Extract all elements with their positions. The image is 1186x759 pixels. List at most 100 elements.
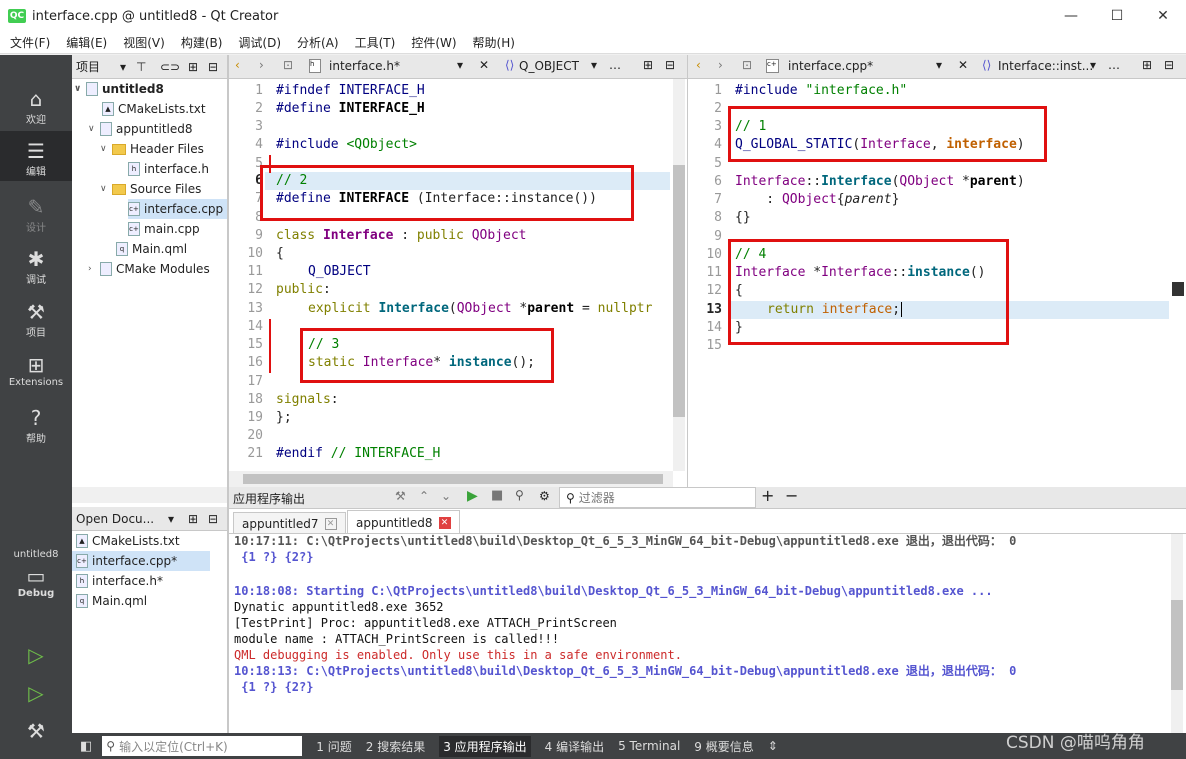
filter-input[interactable]: ⚲ 过滤器 xyxy=(559,487,756,508)
menu-view[interactable]: 视图(V) xyxy=(117,34,171,51)
split-icon[interactable]: ⊞ xyxy=(188,512,198,526)
mode-design[interactable]: ✎ 设计 xyxy=(0,195,72,234)
chevron-down-icon[interactable]: ▾ xyxy=(457,58,463,72)
build-button[interactable]: ⚒ xyxy=(0,719,72,743)
line-number: 1 xyxy=(714,83,722,98)
close-file-icon[interactable]: ✕ xyxy=(479,58,489,72)
mode-help[interactable]: ? 帮助 xyxy=(0,406,72,445)
scroll-thumb[interactable] xyxy=(243,474,663,484)
horizontal-scrollbar[interactable] xyxy=(229,471,673,487)
tree-item-target[interactable]: ∨ appuntitled8 xyxy=(88,119,193,139)
status-search-results[interactable]: 2 搜索结果 xyxy=(366,738,425,755)
tree-item-source-files[interactable]: ∨ Source Files xyxy=(100,179,201,199)
maximize-button[interactable]: ☐ xyxy=(1094,0,1140,32)
scroll-thumb[interactable] xyxy=(1172,282,1184,296)
menu-file[interactable]: 文件(F) xyxy=(4,34,56,51)
mode-extensions[interactable]: ⊞ Extensions xyxy=(0,353,72,388)
stop-icon[interactable]: ■ xyxy=(491,488,503,503)
tree-item-interface-cpp[interactable]: c+ interface.cpp xyxy=(128,199,227,219)
menu-tools[interactable]: 工具(T) xyxy=(349,34,402,51)
forward-arrow-icon[interactable]: › xyxy=(259,58,264,72)
mode-debug[interactable]: ✱ 调试 xyxy=(0,247,72,286)
status-terminal[interactable]: 5 Terminal xyxy=(618,739,680,753)
back-arrow-icon[interactable]: ‹ xyxy=(696,58,701,72)
close-panel-icon[interactable]: ⊟ xyxy=(208,512,218,526)
link-icon[interactable]: ⊂⊃ xyxy=(160,60,180,74)
rerun-icon[interactable]: ▶ xyxy=(467,488,478,504)
split-icon[interactable]: ⊞ xyxy=(643,58,653,72)
tree-item-interface-h[interactable]: h interface.h xyxy=(128,159,209,179)
menu-analyze[interactable]: 分析(A) xyxy=(291,34,345,51)
chevron-down-icon[interactable]: ▾ xyxy=(168,512,174,526)
chevron-down-icon[interactable]: ▾ xyxy=(591,58,597,72)
status-compile-output[interactable]: 4 编译输出 xyxy=(545,738,604,755)
symbol-combobox[interactable]: Q_OBJECT xyxy=(519,59,579,73)
vertical-scrollbar[interactable] xyxy=(1171,534,1183,733)
toggle-sidebar-icon[interactable]: ◧ xyxy=(80,739,92,754)
mode-welcome[interactable]: ⌂ 欢迎 xyxy=(0,87,72,126)
line-number: 16 xyxy=(247,355,263,370)
kit-selector[interactable]: untitled8 ▭ Debug xyxy=(0,549,72,599)
zoom-out-icon[interactable]: − xyxy=(785,486,798,505)
menu-debug[interactable]: 调试(D) xyxy=(232,34,287,51)
status-issues[interactable]: 1 问题 xyxy=(316,738,351,755)
clear-icon[interactable]: ⚒ xyxy=(395,489,406,503)
close-tab-icon[interactable]: ✕ xyxy=(324,517,337,530)
status-general-messages[interactable]: 9 概要信息 xyxy=(694,738,753,755)
close-split-icon[interactable]: ⊟ xyxy=(665,58,675,72)
scroll-thumb[interactable] xyxy=(673,165,685,417)
attach-icon[interactable]: ⚲ xyxy=(515,488,524,502)
chevron-down-icon[interactable]: ▾ xyxy=(936,58,942,72)
tree-item-header-files[interactable]: ∨ Header Files xyxy=(100,139,204,159)
close-panel-icon[interactable]: ⊟ xyxy=(208,60,218,74)
more-icon[interactable]: … xyxy=(1108,58,1120,72)
vertical-scrollbar[interactable] xyxy=(1172,79,1184,487)
filter-icon[interactable]: ⊤ xyxy=(136,60,146,74)
minimize-button[interactable]: — xyxy=(1048,0,1094,32)
back-arrow-icon[interactable]: ‹ xyxy=(235,58,240,72)
chevron-up-icon[interactable]: ⌃ xyxy=(419,489,429,503)
file-combobox[interactable]: interface.cpp* xyxy=(788,59,873,73)
run-button[interactable]: ▷ xyxy=(0,643,72,667)
chevron-down-icon[interactable]: ▾ xyxy=(120,60,126,74)
chevron-updown-icon[interactable]: ⇕ xyxy=(768,739,778,753)
close-tab-icon[interactable]: ✕ xyxy=(438,516,451,529)
chevron-down-icon[interactable]: ▾ xyxy=(1090,58,1096,72)
open-doc-item[interactable]: ▲ CMakeLists.txt xyxy=(72,531,228,551)
output-tab-appuntitled8[interactable]: appuntitled8 ✕ xyxy=(347,510,460,534)
locator-input[interactable]: ⚲ 输入以定位(Ctrl+K) xyxy=(102,736,303,756)
tree-item-cmake-modules[interactable]: › CMake Modules xyxy=(88,259,210,279)
qml-file-icon: q xyxy=(116,242,128,256)
close-file-icon[interactable]: ✕ xyxy=(958,58,968,72)
tree-item-cmakelists[interactable]: ▲ CMakeLists.txt xyxy=(102,99,206,119)
forward-arrow-icon[interactable]: › xyxy=(718,58,723,72)
menu-edit[interactable]: 编辑(E) xyxy=(60,34,113,51)
tree-project-root[interactable]: ∨ untitled8 xyxy=(74,79,164,99)
chevron-down-icon[interactable]: ⌄ xyxy=(441,489,451,503)
mode-edit[interactable]: ☰ 编辑 xyxy=(0,131,72,181)
menu-build[interactable]: 构建(B) xyxy=(175,34,229,51)
menu-help[interactable]: 帮助(H) xyxy=(467,34,521,51)
symbol-combobox[interactable]: Interface::inst... xyxy=(998,59,1093,73)
tree-item-main-qml[interactable]: q Main.qml xyxy=(116,239,187,259)
menu-widgets[interactable]: 控件(W) xyxy=(405,34,462,51)
horizontal-scrollbar[interactable] xyxy=(72,487,227,503)
scroll-thumb[interactable] xyxy=(1171,600,1183,690)
close-button[interactable]: ✕ xyxy=(1140,0,1186,32)
mode-projects[interactable]: ⚒ 项目 xyxy=(0,300,72,339)
status-application-output[interactable]: 3 应用程序输出 xyxy=(439,735,531,757)
debug-run-button[interactable]: ▷ xyxy=(0,681,72,705)
more-icon[interactable]: … xyxy=(609,58,621,72)
split-icon[interactable]: ⊞ xyxy=(1142,58,1152,72)
open-doc-item[interactable]: q Main.qml xyxy=(72,591,228,611)
zoom-in-icon[interactable]: + xyxy=(761,486,774,505)
vertical-scrollbar[interactable] xyxy=(673,79,685,471)
open-doc-item[interactable]: c+ interface.cpp* xyxy=(72,551,210,571)
tree-item-main-cpp[interactable]: c+ main.cpp xyxy=(128,219,200,239)
open-doc-item[interactable]: h interface.h* xyxy=(72,571,228,591)
output-tab-appuntitled7[interactable]: appuntitled7 ✕ xyxy=(233,512,346,534)
gear-icon[interactable]: ⚙ xyxy=(539,489,550,503)
split-icon[interactable]: ⊞ xyxy=(188,60,198,74)
file-combobox[interactable]: interface.h* xyxy=(329,59,400,73)
close-split-icon[interactable]: ⊟ xyxy=(1164,58,1174,72)
